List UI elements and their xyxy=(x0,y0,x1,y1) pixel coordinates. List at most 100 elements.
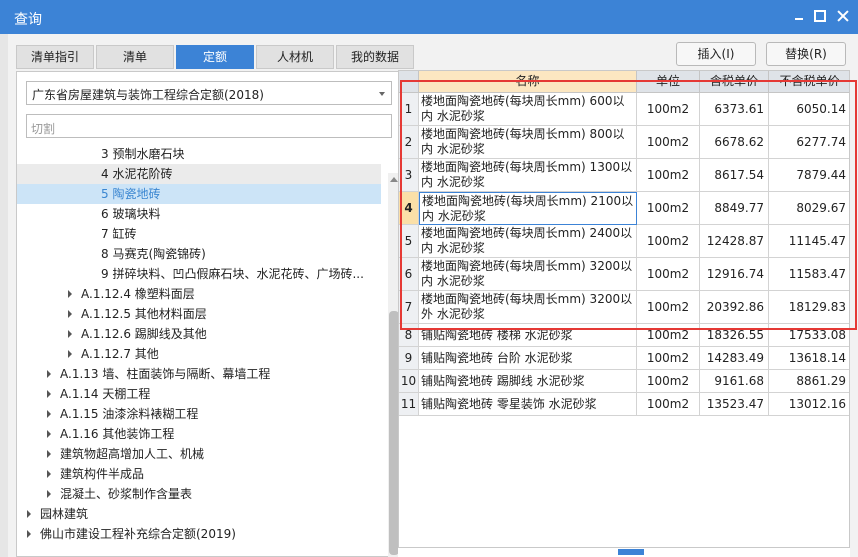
table-cell-notax[interactable]: 11145.47 xyxy=(769,225,849,258)
table-cell-n[interactable]: 5 xyxy=(399,225,419,258)
table-cell-tax[interactable]: 12916.74 xyxy=(700,258,769,291)
tab-2[interactable]: 定额 xyxy=(176,45,254,69)
library-select[interactable]: 广东省房屋建筑与装饰工程综合定额(2018) xyxy=(26,81,392,105)
tree-item[interactable]: 混凝土、砂浆制作含量表 xyxy=(17,484,381,504)
chevron-right-icon[interactable] xyxy=(68,350,72,358)
chevron-right-icon[interactable] xyxy=(47,370,51,378)
tree-item[interactable]: 7 缸砖 xyxy=(17,224,381,244)
chevron-right-icon[interactable] xyxy=(47,430,51,438)
search-box[interactable]: 切割 xyxy=(26,114,392,138)
tree-item[interactable]: A.1.15 油漆涂料裱糊工程 xyxy=(17,404,381,424)
close-icon[interactable] xyxy=(836,9,850,23)
table-cell-n[interactable]: 11 xyxy=(399,393,419,416)
table-cell-notax[interactable]: 6277.74 xyxy=(769,126,849,159)
column-header-name[interactable]: 名称 xyxy=(419,71,637,93)
table-cell-unit[interactable]: 100m2 xyxy=(637,126,700,159)
tree-item[interactable]: A.1.12.7 其他 xyxy=(17,344,381,364)
table-cell-unit[interactable]: 100m2 xyxy=(637,159,700,192)
column-header-notax_price[interactable]: 不含税单价 xyxy=(769,71,849,93)
tree-item[interactable]: 8 马赛克(陶瓷锦砖) xyxy=(17,244,381,264)
scroll-up-icon[interactable] xyxy=(390,177,398,182)
table-cell-unit[interactable]: 100m2 xyxy=(637,370,700,393)
table-cell-unit[interactable]: 100m2 xyxy=(637,258,700,291)
tree-item[interactable]: 佛山市建设工程补充综合定额(2019) xyxy=(17,524,381,544)
table-cell-n[interactable]: 6 xyxy=(399,258,419,291)
insert-button[interactable]: 插入(I) xyxy=(676,42,756,66)
table-cell-n[interactable]: 4 xyxy=(399,192,419,225)
table-cell-unit[interactable]: 100m2 xyxy=(637,192,700,225)
splitter-handle[interactable] xyxy=(618,549,644,555)
table-cell-name[interactable]: 楼地面陶瓷地砖(每块周长mm) 600以内 水泥砂浆 xyxy=(419,93,637,126)
tree-item[interactable]: A.1.16 其他装饰工程 xyxy=(17,424,381,444)
table-cell-unit[interactable]: 100m2 xyxy=(637,347,700,370)
table-cell-tax[interactable]: 9161.68 xyxy=(700,370,769,393)
table-cell-n[interactable]: 2 xyxy=(399,126,419,159)
chevron-right-icon[interactable] xyxy=(47,410,51,418)
table-cell-name[interactable]: 楼地面陶瓷地砖(每块周长mm) 3200以外 水泥砂浆 xyxy=(419,291,637,324)
table-cell-notax[interactable]: 13618.14 xyxy=(769,347,849,370)
chevron-right-icon[interactable] xyxy=(47,470,51,478)
chevron-right-icon[interactable] xyxy=(27,530,31,538)
panel-splitter[interactable] xyxy=(398,548,850,557)
table-cell-unit[interactable]: 100m2 xyxy=(637,291,700,324)
table-cell-name[interactable]: 铺贴陶瓷地砖 台阶 水泥砂浆 xyxy=(419,347,637,370)
chevron-right-icon[interactable] xyxy=(68,310,72,318)
tree-item[interactable]: 建筑物超高增加人工、机械 xyxy=(17,444,381,464)
table-cell-name[interactable]: 铺贴陶瓷地砖 踢脚线 水泥砂浆 xyxy=(419,370,637,393)
minimize-icon[interactable] xyxy=(792,9,806,23)
chevron-right-icon[interactable] xyxy=(68,330,72,338)
tree-item[interactable]: A.1.13 墙、柱面装饰与隔断、幕墙工程 xyxy=(17,364,381,384)
tree-item[interactable]: 9 拼碎块料、凹凸假麻石块、水泥花砖、广场砖... xyxy=(17,264,381,284)
tree-item[interactable]: A.1.12.4 橡塑料面层 xyxy=(17,284,381,304)
tab-1[interactable]: 清单 xyxy=(96,45,174,69)
tree-item[interactable]: 4 水泥花阶砖 xyxy=(17,164,381,184)
table-cell-notax[interactable]: 7879.44 xyxy=(769,159,849,192)
table-cell-n[interactable]: 8 xyxy=(399,324,419,347)
chevron-right-icon[interactable] xyxy=(27,510,31,518)
table-cell-notax[interactable]: 11583.47 xyxy=(769,258,849,291)
table-cell-tax[interactable]: 13523.47 xyxy=(700,393,769,416)
table-cell-name[interactable]: 楼地面陶瓷地砖(每块周长mm) 1300以内 水泥砂浆 xyxy=(419,159,637,192)
table-cell-name[interactable]: 铺贴陶瓷地砖 零星装饰 水泥砂浆 xyxy=(419,393,637,416)
chevron-right-icon[interactable] xyxy=(47,390,51,398)
table-cell-name[interactable]: 楼地面陶瓷地砖(每块周长mm) 2400以内 水泥砂浆 xyxy=(419,225,637,258)
column-header-tax_price[interactable]: 含税单价 xyxy=(700,71,769,93)
table-cell-tax[interactable]: 8617.54 xyxy=(700,159,769,192)
table-cell-tax[interactable]: 6678.62 xyxy=(700,126,769,159)
table-cell-name[interactable]: 楼地面陶瓷地砖(每块周长mm) 3200以内 水泥砂浆 xyxy=(419,258,637,291)
table-cell-unit[interactable]: 100m2 xyxy=(637,324,700,347)
table-cell-notax[interactable]: 17533.08 xyxy=(769,324,849,347)
table-cell-tax[interactable]: 14283.49 xyxy=(700,347,769,370)
table-cell-notax[interactable]: 13012.16 xyxy=(769,393,849,416)
table-cell-notax[interactable]: 6050.14 xyxy=(769,93,849,126)
tree-item[interactable]: A.1.12.6 踢脚线及其他 xyxy=(17,324,381,344)
tree-item[interactable]: 园林建筑 xyxy=(17,504,381,524)
tree-item[interactable]: A.1.14 天棚工程 xyxy=(17,384,381,404)
table-cell-tax[interactable]: 12428.87 xyxy=(700,225,769,258)
tab-4[interactable]: 我的数据 xyxy=(336,45,414,69)
tree-item[interactable]: 3 预制水磨石块 xyxy=(17,144,381,164)
table-cell-name[interactable]: 楼地面陶瓷地砖(每块周长mm) 2100以内 水泥砂浆 xyxy=(419,192,637,225)
tree-item[interactable]: A.1.12.5 其他材料面层 xyxy=(17,304,381,324)
table-cell-tax[interactable]: 8849.77 xyxy=(700,192,769,225)
search-input[interactable] xyxy=(27,115,391,137)
table-cell-notax[interactable]: 8029.67 xyxy=(769,192,849,225)
table-cell-unit[interactable]: 100m2 xyxy=(637,393,700,416)
replace-button[interactable]: 替换(R) xyxy=(766,42,846,66)
table-cell-notax[interactable]: 8861.29 xyxy=(769,370,849,393)
table-cell-n[interactable]: 1 xyxy=(399,93,419,126)
table-cell-n[interactable]: 7 xyxy=(399,291,419,324)
table-cell-name[interactable]: 楼地面陶瓷地砖(每块周长mm) 800以内 水泥砂浆 xyxy=(419,126,637,159)
table-cell-n[interactable]: 10 xyxy=(399,370,419,393)
tab-0[interactable]: 清单指引 xyxy=(16,45,94,69)
tree-item[interactable]: 6 玻璃块料 xyxy=(17,204,381,224)
tree-item[interactable]: 5 陶瓷地砖 xyxy=(17,184,381,204)
table-cell-tax[interactable]: 20392.86 xyxy=(700,291,769,324)
tab-3[interactable]: 人材机 xyxy=(256,45,334,69)
tree-item[interactable]: 建筑构件半成品 xyxy=(17,464,381,484)
table-cell-tax[interactable]: 18326.55 xyxy=(700,324,769,347)
table-cell-tax[interactable]: 6373.61 xyxy=(700,93,769,126)
chevron-right-icon[interactable] xyxy=(68,290,72,298)
table-cell-name[interactable]: 铺贴陶瓷地砖 楼梯 水泥砂浆 xyxy=(419,324,637,347)
table-cell-n[interactable]: 9 xyxy=(399,347,419,370)
